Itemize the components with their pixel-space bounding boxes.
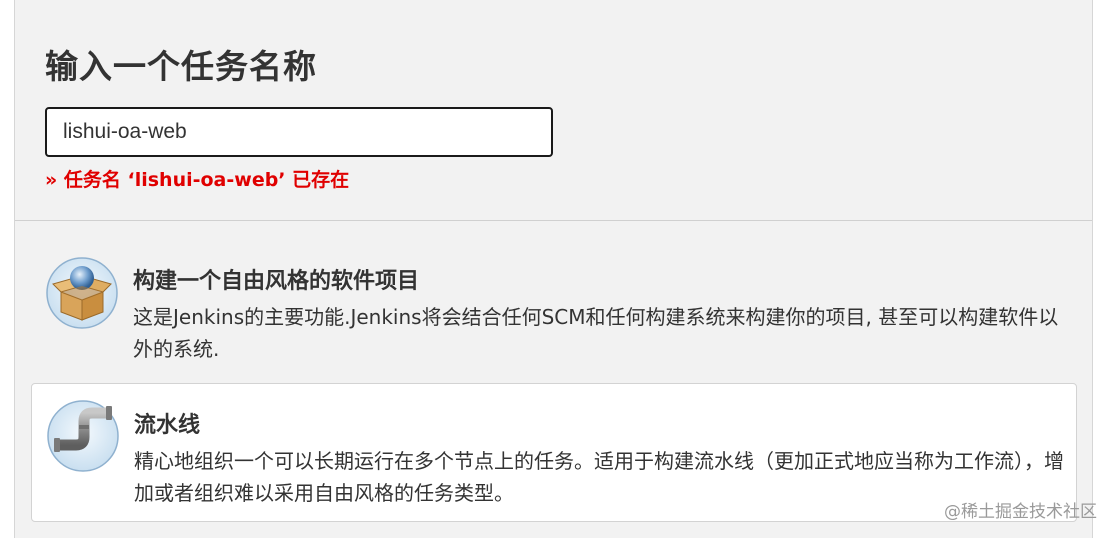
job-type-title: 构建一个自由风格的软件项目 (133, 269, 420, 294)
page-title: 输入一个任务名称 (45, 47, 317, 86)
name-exists-error: » 任务名 ‘lishui-oa-web’ 已存在 (45, 169, 350, 191)
item-name-section: 输入一个任务名称 » 任务名 ‘lishui-oa-web’ 已存在 (15, 0, 1092, 221)
new-item-panel: 输入一个任务名称 » 任务名 ‘lishui-oa-web’ 已存在 (14, 0, 1093, 538)
pipeline-pipe-icon (46, 399, 120, 473)
freestyle-project-box-icon (45, 256, 119, 330)
job-type-description: 精心地组织一个可以长期运行在多个节点上的任务。适用于构建流水线（更加正式地应当称… (134, 449, 1064, 505)
job-type-title: 流水线 (134, 413, 201, 438)
item-name-input[interactable] (45, 107, 553, 157)
job-type-freestyle[interactable]: 构建一个自由风格的软件项目 这是Jenkins的主要功能.Jenkins将会结合… (31, 248, 1077, 370)
job-type-description: 这是Jenkins的主要功能.Jenkins将会结合任何SCM和任何构建系统来构… (133, 305, 1059, 361)
watermark: @稀土掘金技术社区 (944, 502, 1097, 522)
job-type-pipeline[interactable]: 流水线 精心地组织一个可以长期运行在多个节点上的任务。适用于构建流水线（更加正式… (31, 383, 1077, 522)
